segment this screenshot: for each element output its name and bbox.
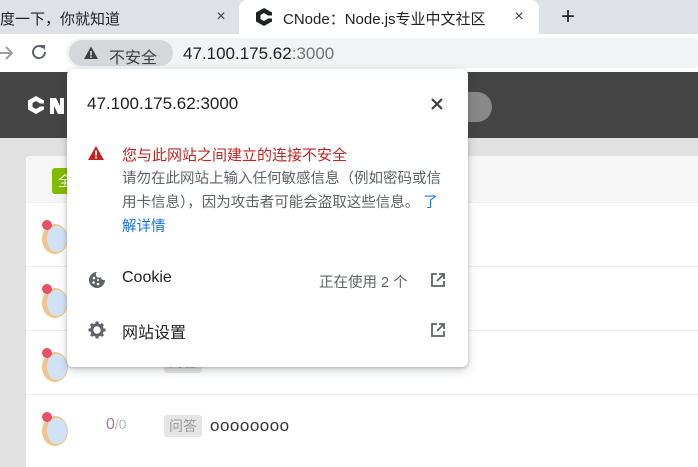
url-host: 47.100.175.62: [183, 44, 292, 63]
reload-icon[interactable]: [28, 41, 50, 63]
cookie-status: 正在使用 2 个: [319, 275, 408, 291]
tab-close-button[interactable]: ×: [210, 0, 232, 34]
site-info-popup: 47.100.175.62:3000 您与此网站之间建立的连接不安全 请勿在此网…: [67, 69, 468, 367]
topic-row[interactable]: 0/0 问答 oooooooo: [26, 394, 698, 458]
browser-toolbar: 不安全 47.100.175.62:3000: [0, 34, 698, 72]
security-chip-label: 不安全: [109, 50, 158, 67]
cookie-row[interactable]: Cookie 正在使用 2 个: [67, 255, 468, 305]
connection-warning-body: 请勿在此网站上输入任何敏感信息（例如密码或信用卡信息），因为攻击者可能会盗取这些…: [122, 167, 452, 239]
cnode-favicon-icon: [256, 8, 273, 26]
open-external-icon[interactable]: [429, 321, 447, 339]
arrow-right-icon[interactable]: [0, 42, 16, 64]
tab-title: CNode：Node.js专业中文社区: [283, 11, 486, 28]
tab-close-button[interactable]: ×: [508, 0, 530, 34]
reply-number: 0: [106, 416, 115, 433]
popup-host: 47.100.175.62:3000: [87, 94, 239, 113]
tab-title: 度一下，你就知道: [0, 11, 121, 28]
site-settings-row[interactable]: 网站设置: [67, 305, 468, 355]
warning-triangle-icon: [84, 46, 98, 59]
close-icon[interactable]: [426, 93, 448, 115]
avatar[interactable]: [38, 409, 72, 447]
topic-tag: 问答: [164, 415, 202, 437]
cookie-label: Cookie: [122, 269, 172, 286]
connection-warning-title: 您与此网站之间建立的连接不安全: [122, 147, 348, 164]
url-text[interactable]: 47.100.175.62:3000: [183, 44, 334, 64]
tab-cnode[interactable]: CNode：Node.js专业中文社区 ×: [239, 0, 539, 34]
reply-count: 0/0: [106, 416, 127, 434]
warning-triangle-icon: [88, 146, 104, 160]
new-tab-button[interactable]: +: [554, 0, 582, 34]
url-port: :3000: [291, 44, 335, 63]
site-settings-label: 网站设置: [122, 325, 187, 342]
tab-strip: 度一下，你就知道 × CNode：Node.js专业中文社区 × +: [0, 0, 698, 34]
security-chip[interactable]: 不安全: [69, 40, 173, 67]
address-bar[interactable]: 不安全 47.100.175.62:3000: [66, 38, 698, 68]
visit-count: /0: [114, 416, 127, 432]
cookie-icon: [89, 272, 105, 288]
open-external-icon[interactable]: [429, 271, 447, 289]
topic-title-link[interactable]: oooooooo: [210, 416, 290, 436]
tab-baidu[interactable]: 度一下，你就知道 ×: [0, 0, 239, 34]
warning-body-text: 请勿在此网站上输入任何敏感信息（例如密码或信用卡信息），因为攻击者可能会盗取这些…: [122, 171, 441, 211]
gear-icon: [88, 321, 106, 339]
